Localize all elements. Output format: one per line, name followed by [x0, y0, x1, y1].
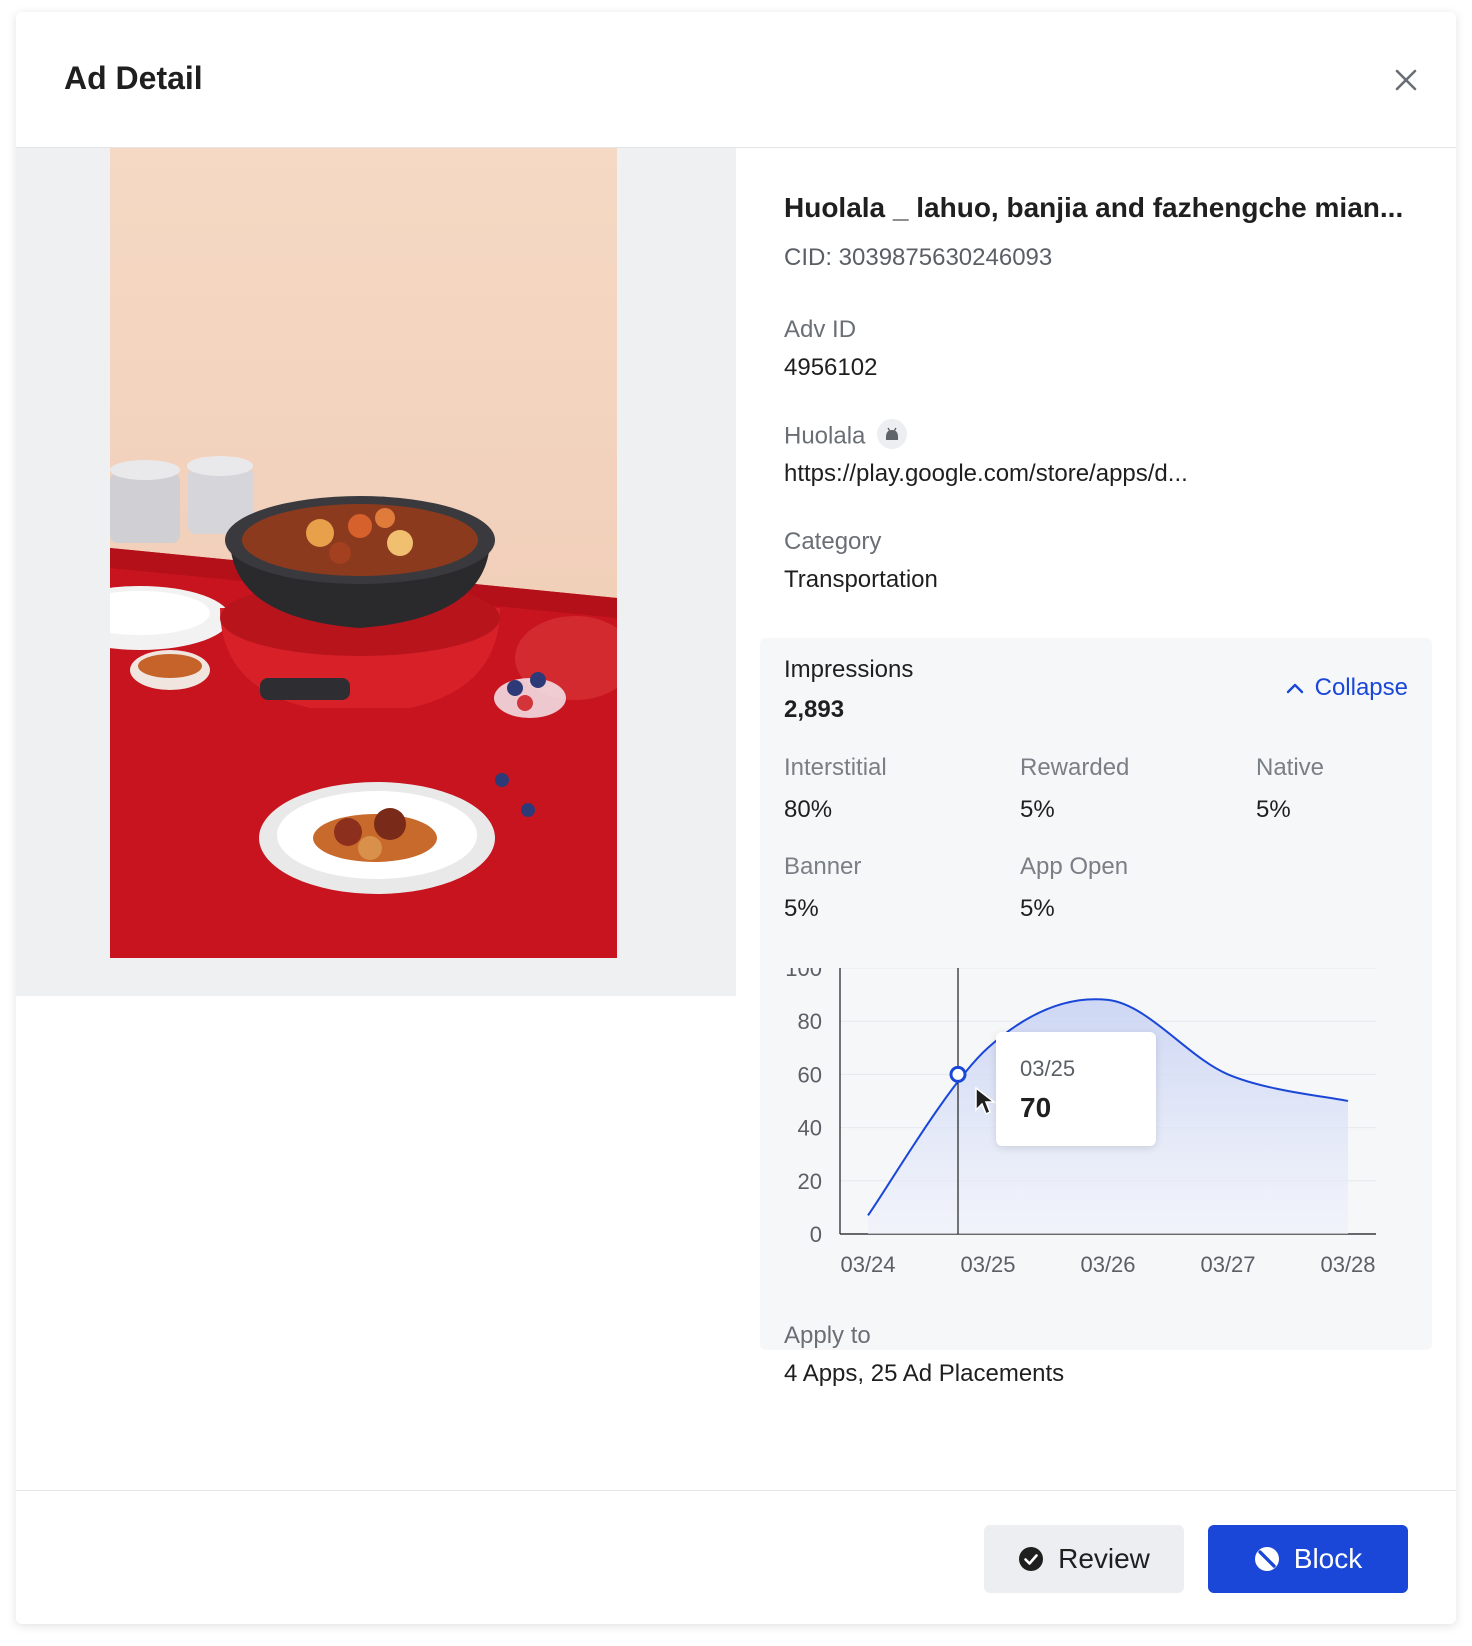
mouse-cursor-icon: [975, 1086, 997, 1116]
apply-value: 4 Apps, 25 Ad Placements: [784, 1360, 1065, 1387]
stat-banner: Banner 5%: [784, 853, 1004, 923]
stat-rewarded: Rewarded 5%: [1020, 754, 1240, 824]
stat-native: Native 5%: [1256, 754, 1456, 824]
collapse-button[interactable]: Collapse: [1285, 674, 1408, 702]
impressions-label: Impressions: [784, 656, 914, 683]
category-value: Transportation: [784, 566, 938, 593]
chevron-up-icon: [1286, 683, 1303, 694]
review-button[interactable]: Review: [984, 1525, 1184, 1593]
block-button[interactable]: Block: [1208, 1525, 1408, 1593]
app-name: Huolala: [784, 422, 866, 450]
stat-label: Native: [1256, 754, 1325, 781]
adv-id-value: 4956102: [784, 354, 878, 381]
modal-title: Ad Detail: [64, 60, 203, 96]
y-tick-label: 20: [798, 1169, 822, 1194]
stat-value: 5%: [784, 895, 819, 922]
stat-value: 5%: [1256, 796, 1291, 823]
category-label: Category: [784, 528, 882, 555]
tooltip-value: 70: [1020, 1092, 1052, 1123]
x-tick-label: 03/24: [840, 1252, 895, 1277]
stat-app-open: App Open 5%: [1020, 853, 1240, 923]
impressions-total: 2,893: [784, 696, 845, 723]
ad-creative-panel: [16, 148, 736, 996]
chart-hover-point[interactable]: [949, 1065, 967, 1083]
y-tick-label: 100: [785, 968, 822, 981]
stat-label: Interstitial: [784, 754, 887, 781]
check-circle-icon: [1019, 1547, 1044, 1571]
ad-cid: CID: 3039875630246093: [784, 244, 1053, 271]
close-icon[interactable]: [1390, 64, 1422, 96]
app-store-link[interactable]: https://play.google.com/store/apps/d...: [784, 460, 1188, 488]
y-tick-label: 60: [798, 1062, 822, 1087]
app-name-row: Huolala: [784, 419, 908, 452]
y-tick-label: 0: [810, 1222, 822, 1247]
ad-detail-modal: Ad Detail Huolala _ lahuo, banjia and fa…: [16, 12, 1456, 1624]
stat-value: 5%: [1020, 796, 1055, 823]
x-tick-label: 03/27: [1200, 1252, 1255, 1277]
adv-id-label: Adv ID: [784, 316, 857, 343]
x-tick-label: 03/25: [960, 1252, 1015, 1277]
impressions-panel: Impressions 2,893 Collapse Interstitial …: [760, 638, 1432, 1350]
review-label: Review: [1058, 1543, 1150, 1574]
y-tick-label: 80: [798, 1009, 822, 1034]
stat-value: 80%: [784, 796, 833, 823]
ad-title: Huolala _ lahuo, banjia and fazhengche m…: [784, 192, 1404, 223]
close-button[interactable]: [1390, 64, 1422, 96]
stat-label: Rewarded: [1020, 754, 1130, 781]
block-label: Block: [1293, 1543, 1363, 1574]
modal-header: Ad Detail: [16, 12, 1456, 148]
stat-label: App Open: [1020, 853, 1129, 880]
x-tick-label: 03/28: [1320, 1252, 1375, 1277]
y-tick-label: 40: [798, 1116, 822, 1141]
tooltip-date: 03/25: [1020, 1056, 1076, 1081]
modal-footer: Review Block: [16, 1490, 1456, 1624]
stat-interstitial: Interstitial 80%: [784, 754, 1004, 824]
x-tick-label: 03/26: [1080, 1252, 1135, 1277]
apply-label: Apply to: [784, 1322, 871, 1349]
stat-value: 5%: [1020, 895, 1055, 922]
collapse-label: Collapse: [1314, 674, 1408, 701]
stat-label: Banner: [784, 853, 862, 880]
chart-tooltip: 03/25 70: [996, 1032, 1156, 1146]
android-icon: [877, 419, 908, 449]
block-icon: [1254, 1547, 1279, 1571]
ad-creative-image[interactable]: [110, 148, 617, 958]
